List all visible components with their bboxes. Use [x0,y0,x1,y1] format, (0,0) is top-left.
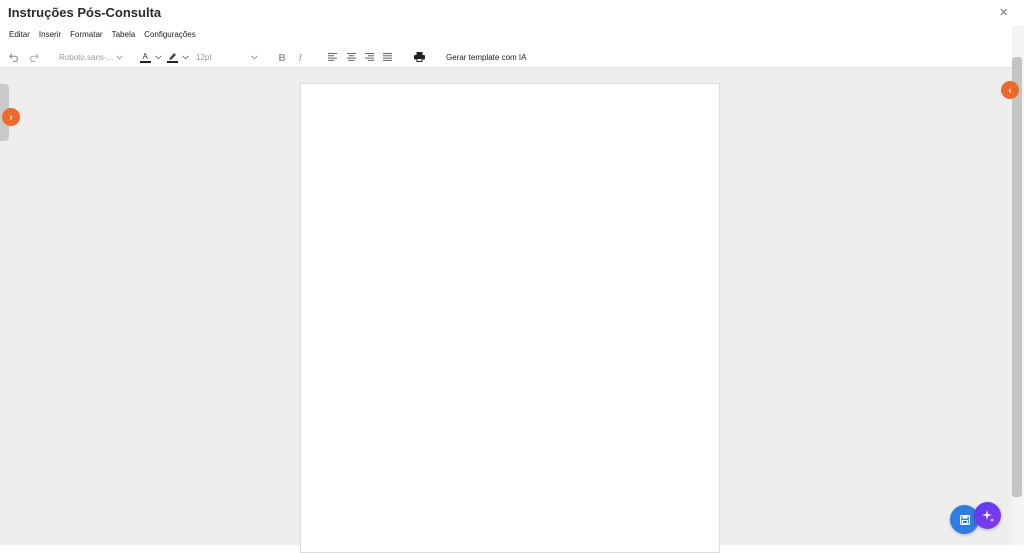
chevron-down-icon [182,54,189,60]
menu-item-editar[interactable]: Editar [9,27,30,43]
undo-icon[interactable] [8,48,20,66]
redo-icon[interactable] [27,48,39,66]
document-page[interactable] [300,83,720,553]
generate-ai-template-button[interactable]: Gerar template com IA [446,48,526,66]
text-color-button[interactable]: A [140,48,162,66]
chevron-down-icon [155,54,162,60]
sparkle-icon [981,509,994,522]
scrollbar-thumb[interactable] [1012,57,1022,497]
menu-item-formatar[interactable]: Formatar [70,27,102,43]
expand-left-panel-button[interactable]: › [2,108,20,126]
align-justify-icon[interactable] [382,48,392,66]
svg-text:I: I [298,53,303,62]
align-center-icon[interactable] [346,48,356,66]
chevron-down-icon [251,54,258,60]
italic-icon[interactable]: I [296,48,306,66]
font-family-value: Roboto,sans-... [59,52,114,62]
window-title: Instruções Pós-Consulta [8,5,162,20]
align-right-icon[interactable] [364,48,374,66]
font-family-select[interactable]: Roboto,sans-... [59,48,123,66]
bold-icon[interactable]: B [277,48,287,66]
menu-bar: Editar Inserir Formatar Tabela Configura… [0,27,196,43]
print-icon[interactable] [413,48,425,66]
highlight-icon [167,53,178,63]
menu-item-tabela[interactable]: Tabela [112,27,136,43]
editor-canvas [0,68,1012,553]
expand-right-panel-button[interactable]: ‹ [1001,81,1019,99]
close-icon[interactable]: × [999,4,1008,21]
save-icon [959,514,970,525]
svg-text:B: B [279,53,286,62]
title-bar: Instruções Pós-Consulta × [0,0,1024,26]
svg-text:A: A [143,52,149,61]
editor-toolbar: Roboto,sans-... A 12pt B I Gerar templat… [0,48,1012,66]
align-left-icon[interactable] [327,48,337,66]
font-size-value: 12pt [196,52,212,62]
text-color-icon: A [140,52,151,63]
chevron-down-icon [116,54,123,60]
font-size-select[interactable]: 12pt [196,48,258,66]
menu-item-configuracoes[interactable]: Configurações [144,27,196,43]
ai-assistant-button[interactable] [974,502,1001,529]
highlight-color-button[interactable] [167,48,189,66]
menu-item-inserir[interactable]: Inserir [39,27,61,43]
